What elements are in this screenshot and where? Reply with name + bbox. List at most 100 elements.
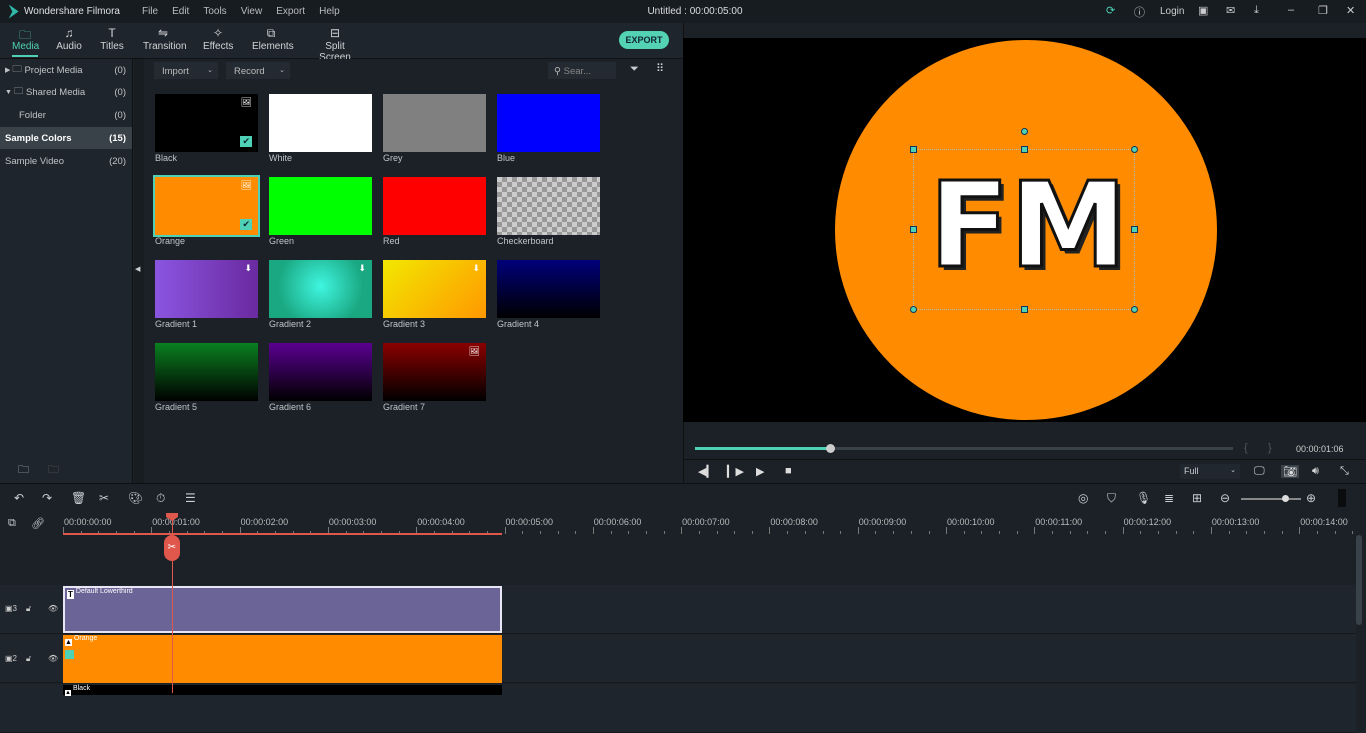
media-thumb-gradient-2[interactable]: ⬇ [269, 260, 372, 318]
delete-icon[interactable]: 🗑︎ [71, 491, 86, 505]
selection-box[interactable] [910, 128, 1138, 313]
media-thumb-grey[interactable] [383, 94, 486, 152]
split-scissors-icon[interactable]: ✂ [164, 535, 180, 561]
snapshot-camera-icon[interactable]: 📷︎ [1281, 465, 1299, 478]
rotate-handle[interactable] [1021, 128, 1028, 135]
export-button[interactable]: EXPORT [619, 31, 669, 49]
import-dropdown[interactable]: Import ⌄ [154, 62, 218, 79]
media-thumb-blue[interactable] [497, 94, 600, 152]
microphone-icon[interactable]: 🎙︎ [1136, 491, 1151, 505]
media-thumb-orange[interactable]: ✔ 🖼︎ [153, 175, 260, 237]
download-icon[interactable]: ⤓ [1254, 4, 1259, 17]
tab-effects[interactable]: ✧ Effects [203, 26, 233, 52]
grid-view-icon[interactable]: ⠿ [656, 62, 664, 75]
clip-black[interactable]: ▲Black [63, 685, 502, 696]
login-link[interactable]: Login [1160, 6, 1184, 17]
record-dropdown[interactable]: Record ⌄ [226, 62, 290, 79]
mark-out-icon[interactable]: } [1268, 442, 1272, 454]
close-button[interactable]: ✕ [1346, 4, 1355, 17]
timeline-scrollbar[interactable] [1356, 535, 1362, 625]
menu-edit[interactable]: Edit [172, 6, 189, 17]
resize-handle[interactable] [910, 146, 917, 153]
menu-view[interactable]: View [241, 6, 263, 17]
panel-collapse-handle[interactable]: ◀ [134, 59, 144, 483]
cut-icon[interactable]: ✂ [99, 491, 109, 505]
speed-timer-icon[interactable]: ⏱︎ [156, 491, 165, 506]
info-icon[interactable]: ⓘ [1134, 4, 1145, 20]
resize-handle[interactable] [1131, 146, 1138, 153]
work-area-bar[interactable] [63, 533, 502, 535]
link-icon[interactable]: 🔗︎ [31, 517, 45, 530]
tab-elements[interactable]: ⧉ Elements [252, 26, 294, 52]
folder-icon[interactable]: 🗀 [48, 461, 59, 480]
menu-export[interactable]: Export [276, 6, 305, 17]
add-track-icon[interactable]: ⧉ [8, 517, 16, 530]
new-folder-icon[interactable]: 🗀 [18, 461, 29, 480]
media-thumb-white[interactable] [269, 94, 372, 152]
quality-dropdown[interactable]: Full ⌄ [1180, 464, 1240, 479]
pause-bars-icon[interactable] [1338, 489, 1346, 507]
stop-button[interactable]: ■ [785, 465, 792, 477]
maximize-button[interactable]: ❐ [1318, 4, 1328, 17]
zoom-slider[interactable] [1241, 495, 1301, 502]
tab-split-screen[interactable]: ⊟ Split Screen [311, 26, 359, 63]
resize-handle[interactable] [1021, 306, 1028, 313]
eye-icon[interactable]: 👁︎ [48, 654, 58, 663]
undo-icon[interactable]: ↶ [14, 491, 24, 505]
media-thumb-gradient-5[interactable] [155, 343, 258, 401]
filter-icon[interactable]: ⏷ [630, 63, 639, 76]
media-thumb-checkerboard[interactable] [497, 177, 600, 235]
marker-icon[interactable]: ⛉ [1107, 491, 1116, 506]
volume-icon[interactable]: 🔊︎ [1312, 465, 1319, 478]
sidebar-item-folder[interactable]: Folder (0) [0, 104, 132, 126]
resize-handle[interactable] [910, 226, 917, 233]
resize-handle[interactable] [1131, 226, 1138, 233]
sidebar-item-shared-media[interactable]: ▼ 🗀 Shared Media (0) [0, 81, 132, 103]
redo-icon[interactable]: ↷ [42, 491, 52, 505]
tab-titles[interactable]: T Titles [100, 26, 124, 52]
sync-icon[interactable]: ⟳ [1106, 4, 1115, 17]
media-thumb-gradient-1[interactable]: ⬇ [155, 260, 258, 318]
media-thumb-gradient-7[interactable]: 🖼︎ [383, 343, 486, 401]
download-icon[interactable]: ⬇ [472, 263, 480, 274]
zoom-slider-knob[interactable] [1282, 495, 1289, 502]
clip-orange[interactable]: ▲Orange [63, 635, 502, 683]
next-frame-button[interactable]: ▎▶ [727, 465, 744, 478]
play-button[interactable]: ▶ [756, 465, 764, 478]
media-thumb-red[interactable] [383, 177, 486, 235]
menu-help[interactable]: Help [319, 6, 340, 17]
render-icon[interactable]: ◎ [1078, 491, 1088, 505]
progress-knob[interactable] [825, 444, 835, 453]
adjust-icon[interactable]: ☰ [185, 491, 196, 505]
clip-default-lowerthird[interactable]: T Default Lowerthird [63, 586, 502, 633]
zoom-out-icon[interactable]: ⊖ [1220, 491, 1230, 505]
menu-tools[interactable]: Tools [203, 6, 226, 17]
sidebar-item-project-media[interactable]: ▶ 🗀 Project Media (0) [0, 59, 132, 81]
playback-progress-bar[interactable] [695, 444, 1233, 453]
media-thumb-gradient-6[interactable] [269, 343, 372, 401]
lock-icon[interactable]: 🔓︎ [26, 604, 31, 614]
mail-icon[interactable]: ✉ [1226, 4, 1235, 17]
tab-transition[interactable]: ⇋ Transition [143, 26, 187, 52]
menu-file[interactable]: File [142, 6, 158, 17]
tab-audio[interactable]: ♫ Audio [56, 26, 82, 52]
search-input[interactable]: ⚲ Sear... [548, 62, 616, 79]
save-icon[interactable]: ▣ [1198, 4, 1208, 17]
media-thumb-gradient-4[interactable] [497, 260, 600, 318]
tab-media[interactable]: 🗀 Media [12, 26, 39, 57]
media-thumb-gradient-3[interactable]: ⬇ [383, 260, 486, 318]
fullscreen-icon[interactable]: ⤡ [1340, 465, 1349, 478]
media-thumb-black[interactable]: ✔ 🖼︎ [155, 94, 258, 152]
audio-mixer-icon[interactable]: ≣ [1164, 491, 1174, 505]
color-palette-icon[interactable]: 🎨︎ [128, 491, 143, 505]
previous-frame-button[interactable]: ◀▎ [698, 465, 715, 478]
display-icon[interactable]: 🖵 [1254, 465, 1265, 478]
minimize-button[interactable]: – [1288, 4, 1294, 16]
sidebar-item-sample-colors[interactable]: Sample Colors (15) [0, 127, 132, 149]
sidebar-item-sample-video[interactable]: Sample Video (20) [0, 150, 132, 172]
preview-canvas[interactable]: FM [683, 38, 1366, 422]
resize-handle[interactable] [1131, 306, 1138, 313]
lock-icon[interactable]: 🔓︎ [26, 654, 31, 664]
fit-timeline-icon[interactable]: ⊞ [1192, 491, 1202, 505]
resize-handle[interactable] [910, 306, 917, 313]
